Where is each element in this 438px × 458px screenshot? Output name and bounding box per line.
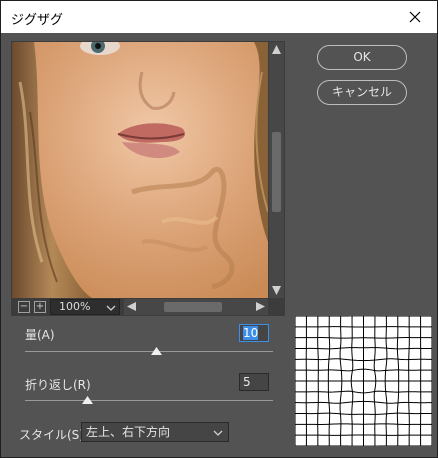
amount-label: 量(A) xyxy=(25,328,55,342)
ridges-slider-track[interactable] xyxy=(25,400,273,401)
ridges-value: 5 xyxy=(243,375,251,389)
zoom-in-button[interactable]: + xyxy=(34,301,46,313)
ridges-label: 折り返し(R) xyxy=(25,378,91,392)
amount-slider-thumb[interactable] xyxy=(150,347,162,355)
grid-line-horizontal xyxy=(295,423,432,425)
ridges-slider-thumb[interactable] xyxy=(81,396,93,404)
filter-preview-image[interactable] xyxy=(12,42,268,298)
ok-button[interactable]: OK xyxy=(317,45,407,70)
style-value: 左上、右下方向 xyxy=(86,425,171,439)
style-label: スタイル(S) xyxy=(19,428,84,442)
ridges-input[interactable]: 5 xyxy=(239,373,269,391)
horizontal-scrollbar[interactable] xyxy=(124,299,268,315)
chevron-down-icon xyxy=(106,305,116,311)
scroll-down-icon[interactable] xyxy=(271,285,282,296)
zigzag-dialog: ジグザグ − + 100% OK キャンセル 量(A) 10 折り返し(R) 5… xyxy=(0,0,438,458)
scroll-left-icon[interactable] xyxy=(126,301,137,312)
close-button[interactable] xyxy=(393,1,437,33)
zoom-level-value: 100% xyxy=(59,300,91,313)
preview-panel: − + 100% xyxy=(11,41,285,316)
amount-input[interactable]: 10 xyxy=(239,324,269,342)
face-image xyxy=(12,42,268,298)
title-bar[interactable]: ジグザグ xyxy=(1,1,437,33)
style-select[interactable]: 左上、右下方向 xyxy=(81,422,229,442)
vertical-scroll-thumb[interactable] xyxy=(272,132,281,212)
zoom-level-select[interactable]: 100% xyxy=(50,299,120,315)
grid-line-vertical xyxy=(408,316,410,446)
scroll-right-icon[interactable] xyxy=(255,301,266,312)
scroll-up-icon[interactable] xyxy=(271,44,282,55)
preview-controls: − + 100% xyxy=(12,299,284,315)
vertical-scrollbar[interactable] xyxy=(269,42,284,298)
zoom-out-button[interactable]: − xyxy=(18,301,30,313)
cancel-button[interactable]: キャンセル xyxy=(317,80,407,105)
close-icon xyxy=(409,11,421,23)
chevron-down-icon xyxy=(213,430,223,436)
amount-slider-track[interactable] xyxy=(25,351,273,352)
horizontal-scroll-thumb[interactable] xyxy=(164,302,222,312)
dialog-title: ジグザグ xyxy=(11,13,64,28)
distortion-grid-preview xyxy=(295,316,432,446)
amount-value: 10 xyxy=(243,326,259,340)
